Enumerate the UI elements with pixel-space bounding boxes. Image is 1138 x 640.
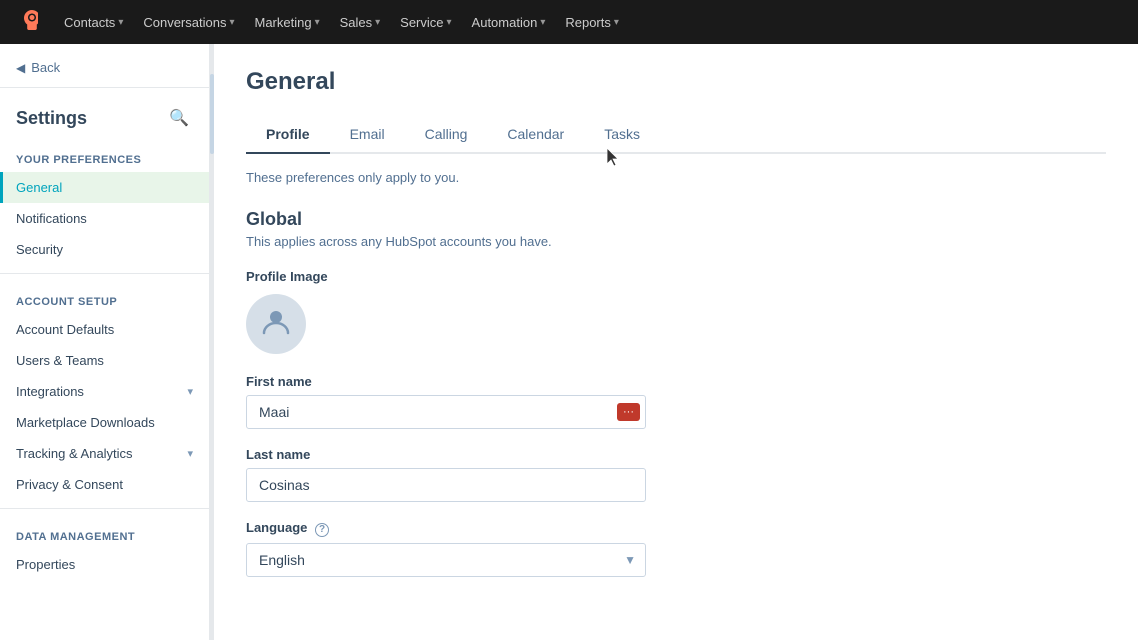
sidebar-section-label: Your Preferences (0, 140, 209, 172)
first-name-group: First name ··· (246, 374, 646, 429)
sidebar-section-label: Data Management (0, 517, 209, 549)
nav-chevron-icon: ▾ (229, 17, 234, 28)
sidebar-item-label: Integrations (16, 384, 84, 399)
sidebar-item-security[interactable]: Security (0, 234, 209, 265)
language-group: Language ? English Spanish French German… (246, 520, 646, 577)
back-arrow-icon: ◀ (16, 61, 25, 75)
sidebar-item-label: Privacy & Consent (16, 477, 123, 492)
sidebar-item-users-and-teams[interactable]: Users & Teams (0, 345, 209, 376)
first-name-input[interactable] (246, 395, 646, 429)
nav-chevron-icon: ▾ (447, 17, 452, 28)
nav-item-sales[interactable]: Sales▾ (330, 9, 391, 36)
nav-chevron-icon: ▾ (614, 17, 619, 28)
profile-image-label: Profile Image (246, 269, 646, 284)
sidebar-section-label: Account Setup (0, 282, 209, 314)
tab-email[interactable]: Email (330, 116, 405, 154)
sidebar-item-label: Security (16, 242, 63, 257)
language-label: Language ? (246, 520, 646, 537)
nav-item-automation[interactable]: Automation▾ (462, 9, 556, 36)
tabs-container: ProfileEmailCallingCalendarTasks (246, 116, 1106, 154)
nav-item-label: Reports (565, 15, 611, 30)
language-help-icon[interactable]: ? (315, 523, 329, 537)
sidebar-item-label: Marketplace Downloads (16, 415, 155, 430)
last-name-input[interactable] (246, 468, 646, 502)
last-name-input-wrapper (246, 468, 646, 502)
settings-header: Settings 🔍 (0, 88, 209, 140)
nav-items: Contacts▾Conversations▾Marketing▾Sales▾S… (54, 9, 629, 36)
nav-item-reports[interactable]: Reports▾ (555, 9, 629, 36)
global-section-desc: This applies across any HubSpot accounts… (246, 234, 1106, 249)
sidebar-divider (0, 508, 209, 509)
sidebar-divider (0, 273, 209, 274)
nav-item-service[interactable]: Service ▾ (390, 9, 461, 36)
nav-item-label: Service (400, 15, 443, 30)
main-content: General ProfileEmailCallingCalendarTasks… (214, 44, 1138, 640)
sidebar-item-label: Users & Teams (16, 353, 104, 368)
back-label: Back (31, 60, 60, 75)
nav-item-conversations[interactable]: Conversations▾ (133, 9, 244, 36)
sidebar-item-label: Properties (16, 557, 75, 572)
sidebar-item-integrations[interactable]: Integrations ▾ (0, 376, 209, 407)
nav-chevron-icon: ▾ (315, 17, 320, 28)
scroll-divider (210, 44, 214, 640)
sidebar-item-label: Account Defaults (16, 322, 114, 337)
first-name-label: First name (246, 374, 646, 389)
language-select-wrapper: English Spanish French German Portuguese… (246, 543, 646, 577)
back-button[interactable]: ◀ Back (0, 44, 209, 88)
nav-item-label: Sales (340, 15, 373, 30)
scroll-thumb[interactable] (210, 74, 214, 154)
nav-item-marketing[interactable]: Marketing ▾ (244, 9, 329, 36)
first-name-action-button[interactable]: ··· (617, 403, 640, 421)
nav-chevron-icon: ▾ (118, 17, 123, 28)
last-name-group: Last name (246, 447, 646, 502)
page-title: General (246, 68, 1106, 96)
nav-item-label: Automation (472, 15, 538, 30)
sidebar-item-privacy-and-consent[interactable]: Privacy & Consent (0, 469, 209, 500)
sidebar-sections: Your Preferences General Notifications Secu… (0, 140, 209, 580)
sidebar-item-account-defaults[interactable]: Account Defaults (0, 314, 209, 345)
sidebar-item-general[interactable]: General (0, 172, 209, 203)
nav-item-contacts[interactable]: Contacts▾ (54, 9, 133, 36)
expand-icon: ▾ (187, 447, 193, 460)
tab-profile[interactable]: Profile (246, 116, 330, 154)
sidebar-item-label: Tracking & Analytics (16, 446, 133, 461)
language-select[interactable]: English Spanish French German Portuguese (246, 543, 646, 577)
sidebar-item-notifications[interactable]: Notifications (0, 203, 209, 234)
tab-description: These preferences only apply to you. (246, 170, 1106, 185)
sidebar-item-properties[interactable]: Properties (0, 549, 209, 580)
profile-avatar[interactable] (246, 294, 306, 354)
expand-icon: ▾ (187, 385, 193, 398)
tab-calendar[interactable]: Calendar (487, 116, 584, 154)
sidebar-item-tracking-and-analytics[interactable]: Tracking & Analytics ▾ (0, 438, 209, 469)
sidebar-item-marketplace-downloads[interactable]: Marketplace Downloads (0, 407, 209, 438)
settings-search-icon[interactable]: 🔍 (165, 104, 193, 132)
global-section-title: Global (246, 209, 1106, 230)
settings-title: Settings (16, 108, 87, 129)
sidebar: ◀ Back Settings 🔍 Your Preferences Genera… (0, 44, 210, 640)
last-name-label: Last name (246, 447, 646, 462)
sidebar-item-label: Notifications (16, 211, 87, 226)
global-section: Global This applies across any HubSpot a… (246, 209, 1106, 577)
sidebar-item-label: General (16, 180, 62, 195)
nav-item-label: Contacts (64, 15, 115, 30)
nav-item-label: Conversations (143, 15, 226, 30)
nav-item-label: Marketing (254, 15, 311, 30)
profile-image-group: Profile Image (246, 269, 646, 354)
top-navigation: Contacts▾Conversations▾Marketing▾Sales▾S… (0, 0, 1138, 44)
first-name-input-wrapper: ··· (246, 395, 646, 429)
tab-calling[interactable]: Calling (405, 116, 488, 154)
avatar-icon (260, 305, 292, 344)
nav-chevron-icon: ▾ (375, 17, 380, 28)
tab-tasks[interactable]: Tasks (584, 116, 660, 154)
nav-chevron-icon: ▾ (540, 17, 545, 28)
hubspot-logo (16, 10, 38, 35)
